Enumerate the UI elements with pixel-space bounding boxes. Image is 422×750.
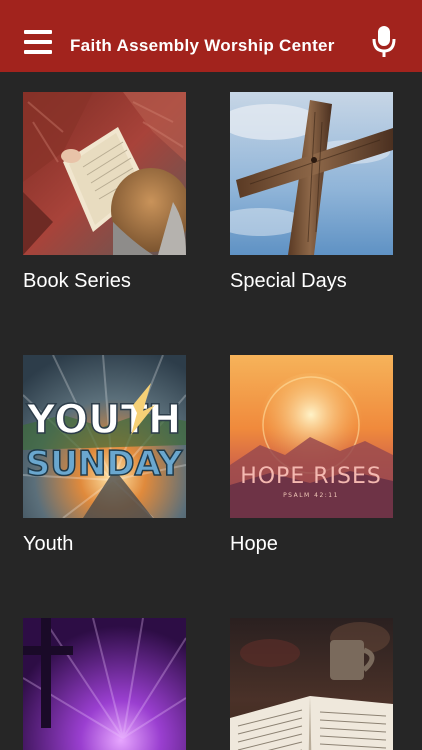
youth-sunday-image[interactable]: YOUTH SUNDAY [23, 355, 186, 518]
purple-cross-rays-image[interactable] [23, 618, 186, 750]
grid-item-label: Hope [230, 533, 278, 555]
youth-artwork-subtitle: SUNDAY [26, 444, 183, 484]
top-app-bar: Faith Assembly Worship Center [0, 0, 422, 72]
app-title: Faith Assembly Worship Center [70, 36, 335, 55]
youth-artwork-title: YOUTH [26, 397, 182, 443]
hope-rises-image[interactable]: HOPE RISES PSALM 42:11 [230, 355, 393, 518]
grid-item-hope[interactable]: HOPE RISES PSALM 42:11 Hope [230, 355, 393, 556]
app-screen: Faith Assembly Worship Center Book Serie… [0, 0, 422, 750]
grid-item-bible-coffee[interactable] [230, 618, 393, 750]
hope-artwork-subtitle: PSALM 42:11 [283, 492, 339, 499]
grid-item-special-days[interactable]: Special Days [230, 92, 393, 293]
grid-item-purple-cross[interactable] [23, 618, 186, 750]
hope-artwork-title: HOPE RISES [240, 464, 382, 489]
grid-item-label: Book Series [23, 270, 131, 292]
open-bible-coffee-image[interactable] [230, 618, 393, 750]
hamburger-menu-icon[interactable] [24, 30, 52, 54]
grid-item-youth[interactable]: YOUTH SUNDAY Youth [23, 355, 186, 556]
wooden-cross-sky-image[interactable] [230, 92, 393, 255]
grid-item-book-series[interactable]: Book Series [23, 92, 186, 293]
grid-item-label: Special Days [230, 270, 347, 292]
reading-book-image[interactable] [23, 92, 186, 255]
grid-item-label: Youth [23, 533, 74, 555]
microphone-icon[interactable] [370, 24, 398, 60]
